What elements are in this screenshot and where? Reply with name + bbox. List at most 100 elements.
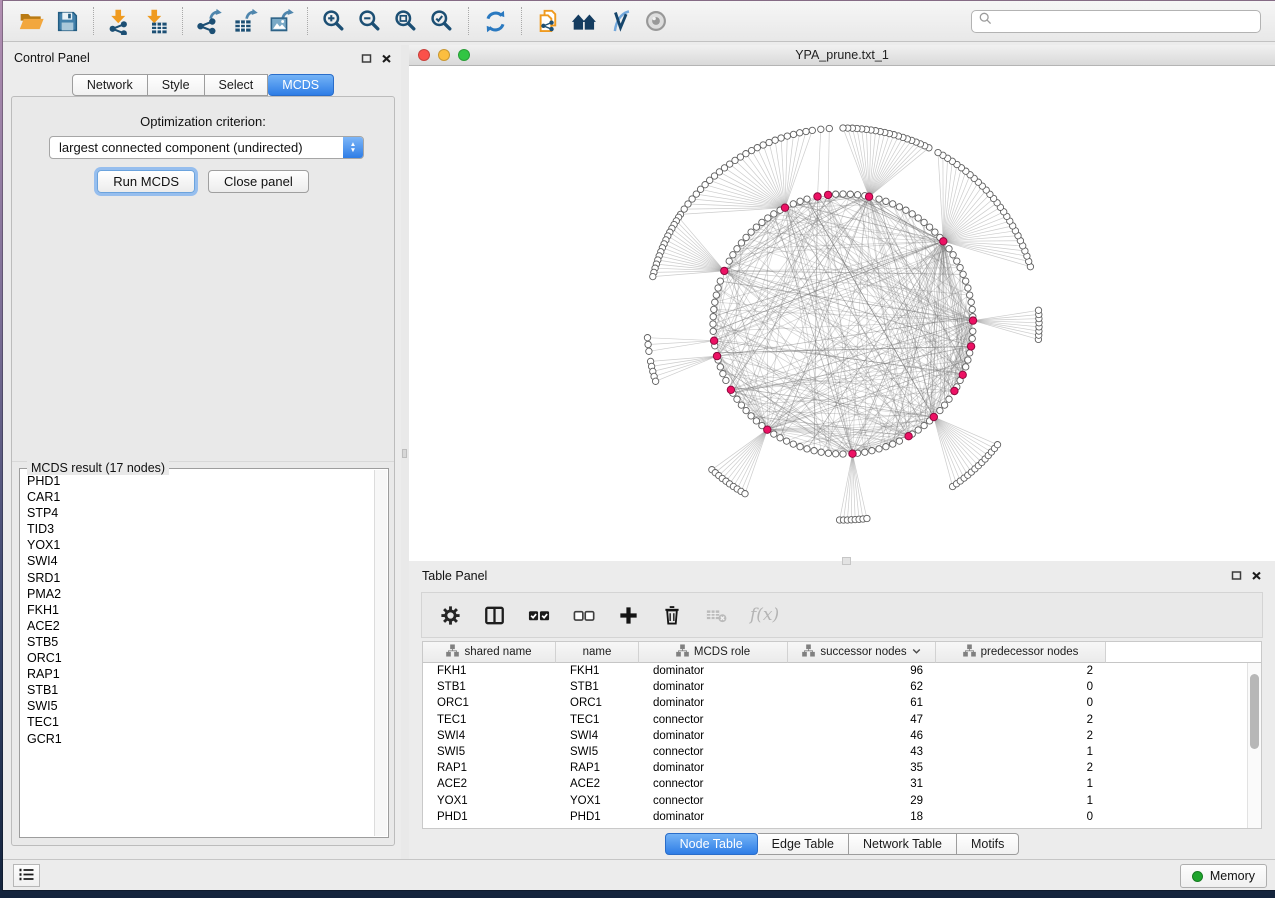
graph-node[interactable] xyxy=(652,378,658,384)
export-network-icon[interactable] xyxy=(191,4,227,38)
graph-node[interactable] xyxy=(909,211,915,217)
graph-node[interactable] xyxy=(967,292,973,298)
graph-node[interactable] xyxy=(946,246,952,252)
graph-node[interactable] xyxy=(921,422,927,428)
mcds-result-item[interactable]: TID3 xyxy=(27,521,373,537)
mcds-result-item[interactable]: CAR1 xyxy=(27,489,373,505)
table-cell[interactable]: connector xyxy=(639,714,788,726)
result-list-scrollbar[interactable] xyxy=(374,470,387,836)
graph-node[interactable] xyxy=(968,299,974,305)
mcds-result-item[interactable]: ORC1 xyxy=(27,650,373,666)
graph-node[interactable] xyxy=(766,139,772,145)
graph-node[interactable] xyxy=(759,219,765,225)
graph-node[interactable] xyxy=(711,306,717,312)
graph-node[interactable] xyxy=(932,229,938,235)
table-cell[interactable]: STB1 xyxy=(423,681,556,693)
graph-node[interactable] xyxy=(941,402,947,408)
table-cell[interactable]: FKH1 xyxy=(423,665,556,677)
graph-node[interactable] xyxy=(825,450,831,456)
splitter-grip[interactable] xyxy=(402,449,407,458)
graph-node[interactable] xyxy=(771,431,777,437)
graph-node[interactable] xyxy=(720,371,726,377)
open-folder-icon[interactable] xyxy=(13,4,49,38)
table-cell[interactable]: YOX1 xyxy=(556,795,639,807)
graph-node[interactable] xyxy=(738,240,744,246)
graph-hub-node[interactable] xyxy=(930,413,937,420)
delete-icon[interactable] xyxy=(661,604,683,627)
graph-node[interactable] xyxy=(915,215,921,221)
graph-hub-node[interactable] xyxy=(764,426,771,433)
eye-icon[interactable] xyxy=(638,4,674,38)
graph-node[interactable] xyxy=(734,396,740,402)
deselect-all-icon[interactable] xyxy=(572,604,596,627)
graph-hub-node[interactable] xyxy=(940,238,947,245)
graph-node[interactable] xyxy=(777,435,783,441)
graph-node[interactable] xyxy=(726,258,732,264)
refresh-icon[interactable] xyxy=(477,4,513,38)
graph-node[interactable] xyxy=(730,252,736,258)
table-cell[interactable]: 35 xyxy=(788,762,936,774)
vertical-splitter[interactable] xyxy=(401,45,409,859)
table-cell[interactable]: PHD1 xyxy=(423,811,556,823)
table-row[interactable]: ACE2ACE2connector311 xyxy=(423,776,1247,792)
table-cell[interactable]: TEC1 xyxy=(556,714,639,726)
graph-node[interactable] xyxy=(854,192,860,198)
graph-hub-node[interactable] xyxy=(951,387,958,394)
graph-node[interactable] xyxy=(883,198,889,204)
graph-node[interactable] xyxy=(926,224,932,230)
table-cell[interactable]: connector xyxy=(639,795,788,807)
table-cell[interactable]: 2 xyxy=(936,714,1106,726)
tab-style[interactable]: Style xyxy=(148,74,205,96)
graph-node[interactable] xyxy=(804,446,810,452)
mcds-result-item[interactable]: GCR1 xyxy=(27,731,373,747)
graph-node[interactable] xyxy=(833,451,839,457)
graph-node[interactable] xyxy=(797,130,803,136)
graph-node[interactable] xyxy=(783,438,789,444)
graph-node[interactable] xyxy=(963,278,969,284)
table-row[interactable]: PHD1PHD1dominator180 xyxy=(423,809,1247,825)
graph-node[interactable] xyxy=(963,364,969,370)
table-cell[interactable]: dominator xyxy=(639,665,788,677)
memory-button[interactable]: Memory xyxy=(1180,864,1267,888)
zoom-fit-icon[interactable] xyxy=(388,4,424,38)
table-cell[interactable]: 0 xyxy=(936,681,1106,693)
table-cell[interactable]: SWI4 xyxy=(556,730,639,742)
mcds-result-item[interactable]: STB5 xyxy=(27,634,373,650)
table-cell[interactable]: 47 xyxy=(788,714,936,726)
mcds-result-item[interactable]: STP4 xyxy=(27,505,373,521)
table-cell[interactable]: 0 xyxy=(936,697,1106,709)
graph-node[interactable] xyxy=(869,448,875,454)
table-cell[interactable]: dominator xyxy=(639,811,788,823)
graph-node[interactable] xyxy=(946,396,952,402)
graph-node[interactable] xyxy=(883,444,889,450)
graph-node[interactable] xyxy=(818,449,824,455)
graph-node[interactable] xyxy=(965,285,971,291)
add-icon[interactable] xyxy=(617,604,640,627)
table-cell[interactable]: SWI5 xyxy=(423,746,556,758)
network-graph-canvas[interactable] xyxy=(409,66,1275,561)
columns-icon[interactable] xyxy=(483,604,506,627)
table-cell[interactable]: PHD1 xyxy=(556,811,639,823)
column-header-MCDS-role[interactable]: MCDS role xyxy=(639,642,788,663)
graph-node[interactable] xyxy=(915,427,921,433)
graph-node[interactable] xyxy=(840,125,846,131)
mcds-result-item[interactable]: SWI5 xyxy=(27,698,373,714)
minimize-window-icon[interactable] xyxy=(438,49,450,61)
close-panel-icon[interactable] xyxy=(381,53,392,64)
table-cell[interactable]: 61 xyxy=(788,697,936,709)
graph-node[interactable] xyxy=(710,314,716,320)
table-cell[interactable]: dominator xyxy=(639,730,788,742)
table-cell[interactable]: 0 xyxy=(936,811,1106,823)
table-cell[interactable]: RAP1 xyxy=(423,762,556,774)
graph-node[interactable] xyxy=(876,196,882,202)
zoom-out-icon[interactable] xyxy=(352,4,388,38)
graph-node[interactable] xyxy=(970,328,976,334)
graph-node[interactable] xyxy=(650,273,656,279)
table-cell[interactable]: ACE2 xyxy=(556,778,639,790)
clone-network-icon[interactable] xyxy=(530,4,566,38)
column-header-successor-nodes[interactable]: successor nodes xyxy=(788,642,936,663)
delete-table-icon[interactable] xyxy=(704,604,729,626)
graph-node[interactable] xyxy=(713,292,719,298)
graph-node[interactable] xyxy=(715,285,721,291)
table-cell[interactable]: 43 xyxy=(788,746,936,758)
